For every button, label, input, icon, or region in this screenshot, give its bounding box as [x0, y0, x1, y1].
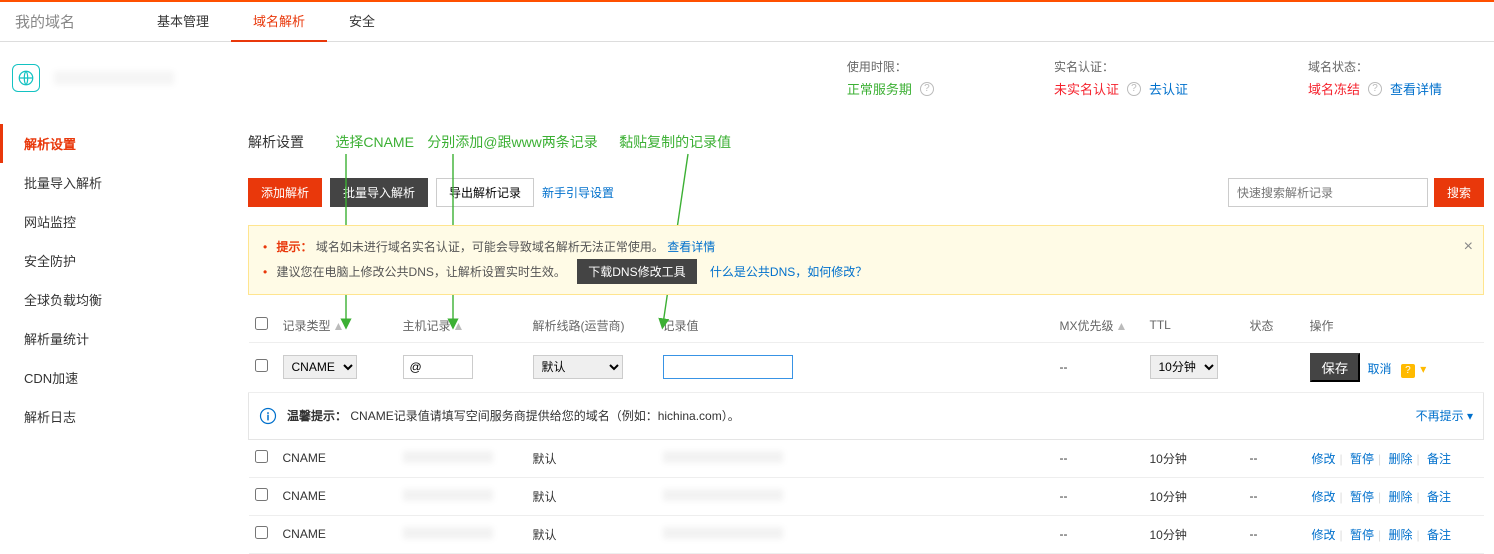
view-detail-link[interactable]: 查看详情 [1390, 79, 1442, 98]
row-checkbox[interactable] [255, 359, 268, 372]
delete-link[interactable]: 删除 [1388, 452, 1412, 466]
summary-bar: 使用时限： 正常服务期 ? 实名认证： 未实名认证 ? 去认证 域名状态： 域名… [0, 42, 1494, 114]
annotation-at-www: 分别添加@跟www两条记录 [427, 132, 598, 152]
top-tabs: 我的域名 基本管理 域名解析 安全 [0, 2, 1494, 42]
tip-row: 温馨提示： CNAME记录值请填写空间服务商提供给您的域名（例如：hichina… [249, 392, 1484, 439]
globe-icon [12, 64, 40, 92]
delete-link[interactable]: 删除 [1388, 528, 1412, 542]
metric-status: 域名状态： 域名冻结 ? 查看详情 [1308, 58, 1442, 98]
edit-link[interactable]: 修改 [1312, 528, 1336, 542]
blurred-value [663, 489, 783, 501]
row-checkbox[interactable] [255, 488, 268, 501]
question-icon[interactable]: ? [1368, 82, 1382, 96]
search-button[interactable]: 搜索 [1434, 178, 1484, 207]
download-dns-button[interactable]: 下载DNS修改工具 [577, 259, 696, 284]
blurred-host [403, 451, 493, 463]
edit-link[interactable]: 修改 [1312, 452, 1336, 466]
tab-security[interactable]: 安全 [327, 2, 397, 42]
info-icon [259, 407, 277, 425]
pause-link[interactable]: 暂停 [1350, 490, 1374, 504]
tab-dns[interactable]: 域名解析 [231, 2, 327, 42]
page-title: 解析设置 [248, 132, 304, 152]
edit-row: CNAME 默认 -- 10分钟 保存 取消 ? ▾ [249, 342, 1484, 392]
save-button[interactable]: 保存 [1310, 353, 1361, 382]
sidebar-item-stats[interactable]: 解析量统计 [0, 319, 200, 358]
question-icon[interactable]: ? [1127, 82, 1141, 96]
annotation-paste: 黏贴复制的记录值 [619, 132, 731, 152]
help-icon[interactable]: ? [1401, 364, 1415, 378]
table-row: CNAME 默认 -- 10分钟 -- 修改| 暂停| 删除| 备注 [249, 477, 1484, 515]
action-bar: 添加解析 批量导入解析 导出解析记录 新手引导设置 搜索 [248, 178, 1484, 207]
metric-usage: 使用时限： 正常服务期 ? [847, 58, 934, 98]
sidebar-item-cdn[interactable]: CDN加速 [0, 358, 200, 397]
pause-link[interactable]: 暂停 [1350, 528, 1374, 542]
cancel-link[interactable]: 取消 [1368, 362, 1392, 376]
guide-link[interactable]: 新手引导设置 [542, 184, 614, 201]
see-detail-link[interactable]: 查看详情 [667, 240, 715, 254]
remark-link[interactable]: 备注 [1427, 452, 1451, 466]
no-more-hint-link[interactable]: 不再提示 ▾ [1416, 407, 1473, 424]
row-checkbox[interactable] [255, 450, 268, 463]
pause-link[interactable]: 暂停 [1350, 452, 1374, 466]
sidebar-item-batch-import[interactable]: 批量导入解析 [0, 163, 200, 202]
blurred-value [663, 451, 783, 463]
brand: 我的域名 [10, 11, 75, 32]
type-select[interactable]: CNAME [283, 355, 357, 379]
edit-link[interactable]: 修改 [1312, 490, 1336, 504]
sidebar: 解析设置 批量导入解析 网站监控 安全防护 全球负载均衡 解析量统计 CDN加速… [0, 114, 200, 436]
sidebar-item-dns-settings[interactable]: 解析设置 [0, 124, 200, 163]
table-row: CNAME 默认 -- 10分钟 -- 修改| 暂停| 删除| 备注 [249, 515, 1484, 553]
domain-name-blurred [54, 71, 174, 85]
remark-link[interactable]: 备注 [1427, 490, 1451, 504]
value-input[interactable] [663, 355, 793, 379]
sort-icon[interactable]: ▲ [1116, 319, 1128, 333]
what-is-dns-link[interactable]: 什么是公共DNS，如何修改？ [710, 265, 867, 279]
sidebar-item-gslb[interactable]: 全球负载均衡 [0, 280, 200, 319]
sidebar-item-log[interactable]: 解析日志 [0, 397, 200, 436]
records-table: 记录类型▲ 主机记录▲ 解析线路(运营商) 记录值 MX优先级▲ TTL 状态 … [248, 309, 1484, 554]
delete-link[interactable]: 删除 [1388, 490, 1412, 504]
close-icon[interactable]: × [1464, 232, 1473, 262]
sidebar-item-protect[interactable]: 安全防护 [0, 241, 200, 280]
remark-link[interactable]: 备注 [1427, 528, 1451, 542]
ttl-select[interactable]: 10分钟 [1150, 355, 1218, 379]
search-input[interactable] [1228, 178, 1428, 207]
row-checkbox[interactable] [255, 526, 268, 539]
sidebar-item-monitor[interactable]: 网站监控 [0, 202, 200, 241]
host-input[interactable] [403, 355, 473, 379]
line-select[interactable]: 默认 [533, 355, 623, 379]
blurred-host [403, 527, 493, 539]
notice-box: × • 提示： 域名如未进行域名实名认证，可能会导致域名解析无法正常使用。 查看… [248, 225, 1484, 295]
metric-realname: 实名认证： 未实名认证 ? 去认证 [1054, 58, 1188, 98]
do-realname-link[interactable]: 去认证 [1149, 79, 1188, 98]
add-record-button[interactable]: 添加解析 [248, 178, 322, 207]
annotation-cname: 选择CNAME [335, 132, 414, 152]
table-row: CNAME 默认 -- 10分钟 -- 修改| 暂停| 删除| 备注 [249, 439, 1484, 477]
blurred-value [663, 527, 783, 539]
select-all-checkbox[interactable] [255, 317, 268, 330]
blurred-host [403, 489, 493, 501]
tab-basic[interactable]: 基本管理 [135, 2, 231, 42]
question-icon[interactable]: ? [920, 82, 934, 96]
